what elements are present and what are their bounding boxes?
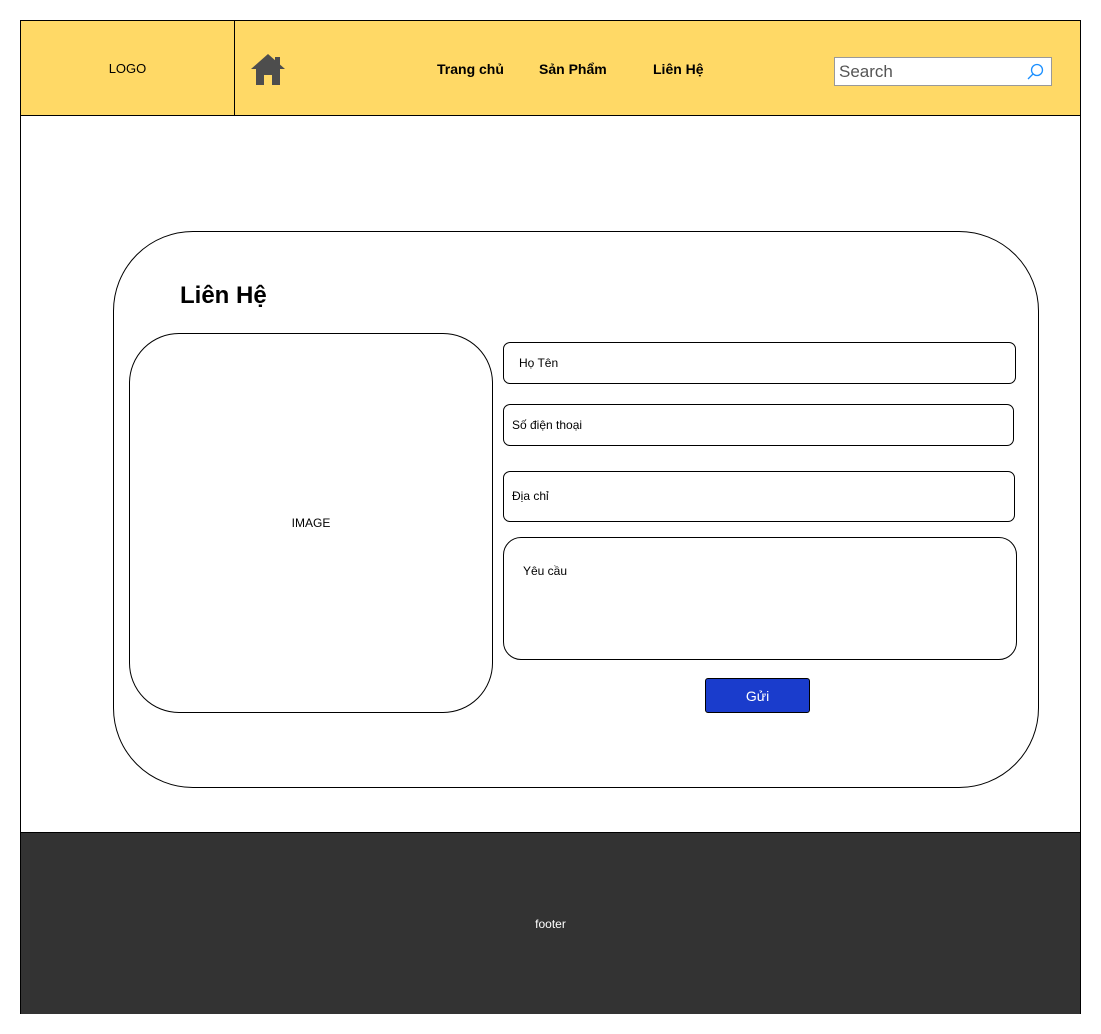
page-frame: LOGO Trang chủ Sản Phẩm Liên Hệ Liên Hệ … [20,20,1081,1014]
submit-button[interactable]: Gửi [705,678,810,713]
search-box [834,57,1052,86]
contact-image: IMAGE [129,333,493,713]
name-field[interactable]: Họ Tên [503,342,1016,384]
phone-field[interactable]: Số điện thoại [503,404,1014,446]
name-field-label: Họ Tên [519,356,559,370]
phone-field-label: Số điện thoại [512,418,583,432]
nav-item-trang-chu[interactable]: Trang chủ [437,61,504,77]
logo[interactable]: LOGO [21,21,235,115]
contact-title: Liên Hệ [180,282,267,309]
search-icon[interactable] [1025,62,1045,82]
request-field[interactable]: Yêu cầu [503,537,1017,660]
contact-card: Liên Hệ IMAGE Họ Tên Số điện thoại Địa c… [113,231,1039,788]
address-field-label: Địa chỉ [512,489,549,503]
logo-label: LOGO [108,60,147,76]
nav-item-lien-he[interactable]: Liên Hệ [653,61,704,77]
request-field-label: Yêu cầu [523,564,568,578]
submit-button-label: Gửi [745,687,770,704]
search-input[interactable] [835,58,1029,85]
header: LOGO Trang chủ Sản Phẩm Liên Hệ [21,21,1080,116]
image-label: IMAGE [291,516,331,530]
nav-item-san-pham[interactable]: Sản Phẩm [539,61,607,77]
footer-label: footer [535,916,566,931]
footer: footer [21,832,1080,1014]
home-icon[interactable] [250,52,286,86]
address-field[interactable]: Địa chỉ [503,471,1015,522]
